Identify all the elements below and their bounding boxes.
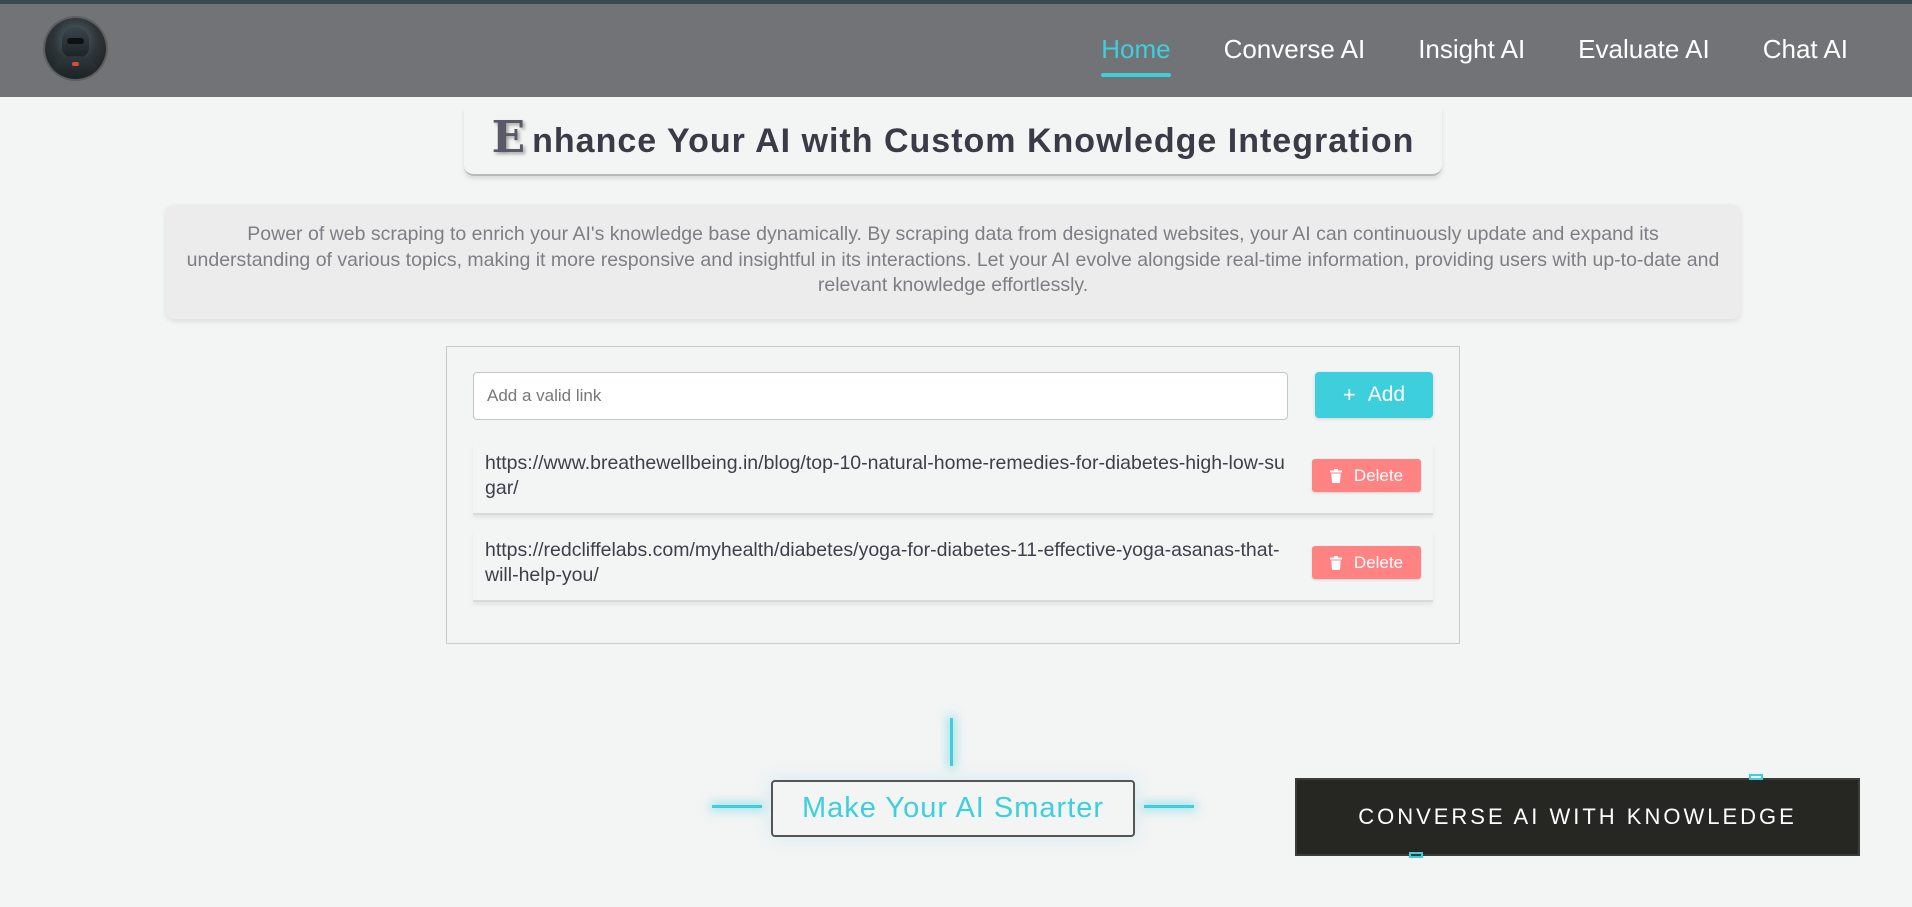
avatar[interactable] (45, 18, 106, 79)
avatar-visor (67, 38, 84, 44)
page-title-container: Enhance Your AI with Custom Knowledge In… (464, 108, 1442, 176)
page-title: Enhance Your AI with Custom Knowledge In… (464, 108, 1442, 171)
trash-icon (1329, 468, 1342, 483)
add-link-button[interactable]: + Add (1315, 372, 1433, 418)
title-text: nhance Your AI with Custom Knowledge Int… (532, 122, 1415, 160)
link-panel: + Add https://www.breathewellbeing.in/bl… (446, 346, 1460, 644)
nav-link-insight-ai[interactable]: Insight AI (1418, 34, 1525, 65)
avatar-light (72, 62, 79, 66)
trash-icon (1329, 555, 1342, 570)
nav-link-evaluate-ai[interactable]: Evaluate AI (1578, 34, 1710, 65)
link-list-item: https://redcliffelabs.com/myhealth/diabe… (473, 530, 1433, 602)
converse-ai-with-knowledge-button[interactable]: CONVERSE AI WITH KNOWLEDGE (1295, 778, 1860, 856)
glow-line-right (1144, 805, 1194, 808)
glow-line-left (712, 805, 762, 808)
description-text: Power of web scraping to enrich your AI'… (166, 205, 1740, 319)
button-corner-accent (1749, 774, 1763, 780)
add-button-label: Add (1367, 383, 1406, 406)
nav-link-home[interactable]: Home (1101, 34, 1171, 77)
title-dropcap: E (491, 112, 527, 163)
plus-icon: + (1342, 382, 1356, 407)
avatar-shoulders (51, 56, 100, 79)
link-list-item: https://www.breathewellbeing.in/blog/top… (473, 443, 1433, 515)
link-url: https://redcliffelabs.com/myhealth/diabe… (485, 539, 1280, 586)
nav-links: Home Converse AI Insight AI Evaluate AI … (1101, 34, 1848, 77)
delete-button-label: Delete (1353, 552, 1404, 572)
link-url: https://www.breathewellbeing.in/blog/top… (485, 452, 1285, 499)
glow-line-vertical (950, 718, 953, 766)
nav-link-converse-ai[interactable]: Converse AI (1224, 34, 1366, 65)
top-navbar: Home Converse AI Insight AI Evaluate AI … (0, 0, 1912, 97)
delete-link-button[interactable]: Delete (1312, 546, 1421, 579)
delete-link-button[interactable]: Delete (1312, 459, 1421, 492)
nav-link-chat-ai[interactable]: Chat AI (1763, 34, 1848, 65)
make-ai-smarter-tagline: Make Your AI Smarter (771, 780, 1135, 837)
button-corner-accent (1409, 852, 1423, 858)
link-input[interactable] (473, 372, 1288, 420)
delete-button-label: Delete (1353, 465, 1404, 485)
